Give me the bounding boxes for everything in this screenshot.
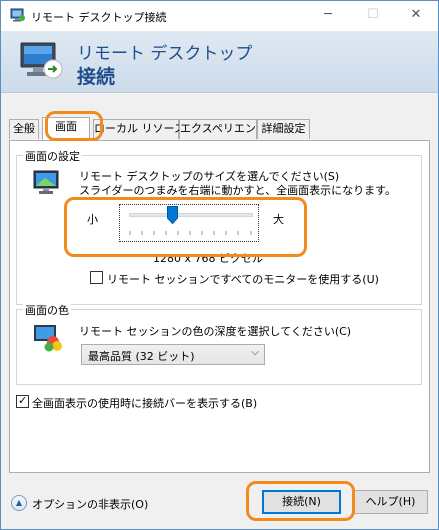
monitor-icon [33,170,59,194]
resolution-slider-track[interactable] [129,213,253,217]
slider-min-label: 小 [87,213,98,226]
connect-button[interactable]: 接続(N) [262,490,341,514]
hide-options-link[interactable]: オプションの非表示(O) [32,496,148,512]
slider-focus-rect [119,204,259,242]
chevron-down-icon: ⌵ [251,347,259,358]
remote-desktop-app-icon [10,8,25,22]
tab-local-resources[interactable]: ローカル リソース [93,119,185,139]
colors-group-title: 画面の色 [23,302,71,318]
tab-general[interactable]: 全般 [9,119,39,139]
display-tab-panel: 画面の設定 リモート デスクトップのサイズを選んでください(S) スライダーのつ… [9,140,430,473]
color-depth-dropdown[interactable]: 最高品質 (32 ビット) ⌵ [81,344,265,365]
slider-ticks [129,231,252,235]
slider-max-label: 大 [273,213,284,226]
fullscreen-hint: スライダーのつまみを右端に動かすと、全画面表示になります。 [79,184,397,197]
connection-bar-checkbox[interactable]: ✓ [16,394,29,408]
display-settings-group-title: 画面の設定 [23,148,82,164]
remote-desktop-window: リモート デスクトップ接続 ─ ☐ ✕ リモート デスクトップ 接続 全般 画面… [0,0,439,530]
chevron-up-icon[interactable]: ▲ [11,495,27,511]
colors-group: 画面の色 リモート セッションの色の深度を選択してください(C) 最高品質 (3… [16,302,422,385]
all-monitors-checkbox[interactable] [90,271,103,284]
color-depth-value: 最高品質 (32 ビット) [88,350,195,363]
window-title: リモート デスクトップ接続 [31,11,167,24]
header-banner: リモート デスクトップ 接続 [1,31,438,93]
resolution-slider-thumb[interactable] [167,206,178,224]
close-button[interactable]: ✕ [394,1,438,31]
resolution-readout: 1280 x 768 ピクセル [153,252,263,265]
checkmark-icon: ✓ [18,394,28,407]
color-palette-icon [34,325,62,352]
all-monitors-label[interactable]: リモート セッションですべてのモニターを使用する(U) [107,271,379,287]
banner-title-line1: リモート デスクトップ [77,44,253,64]
tab-display[interactable]: 画面 [42,117,90,140]
display-settings-group: 画面の設定 リモート デスクトップのサイズを選んでください(S) スライダーのつ… [16,148,422,305]
help-button[interactable]: ヘルプ(H) [353,490,428,514]
remote-desktop-banner-icon [20,42,63,79]
banner-title-line2: 接続 [77,66,116,88]
color-depth-description: リモート セッションの色の深度を選択してください(C) [79,325,352,338]
connection-bar-label[interactable]: 全画面表示の使用時に接続バーを表示する(B) [32,395,257,411]
tab-advanced[interactable]: 詳細設定 [257,119,310,139]
title-bar: リモート デスクトップ接続 ─ ☐ ✕ [1,1,438,31]
tab-experience[interactable]: エクスペリエンス [179,119,267,139]
minimize-button[interactable]: ─ [306,1,350,31]
maximize-button[interactable]: ☐ [351,1,395,31]
